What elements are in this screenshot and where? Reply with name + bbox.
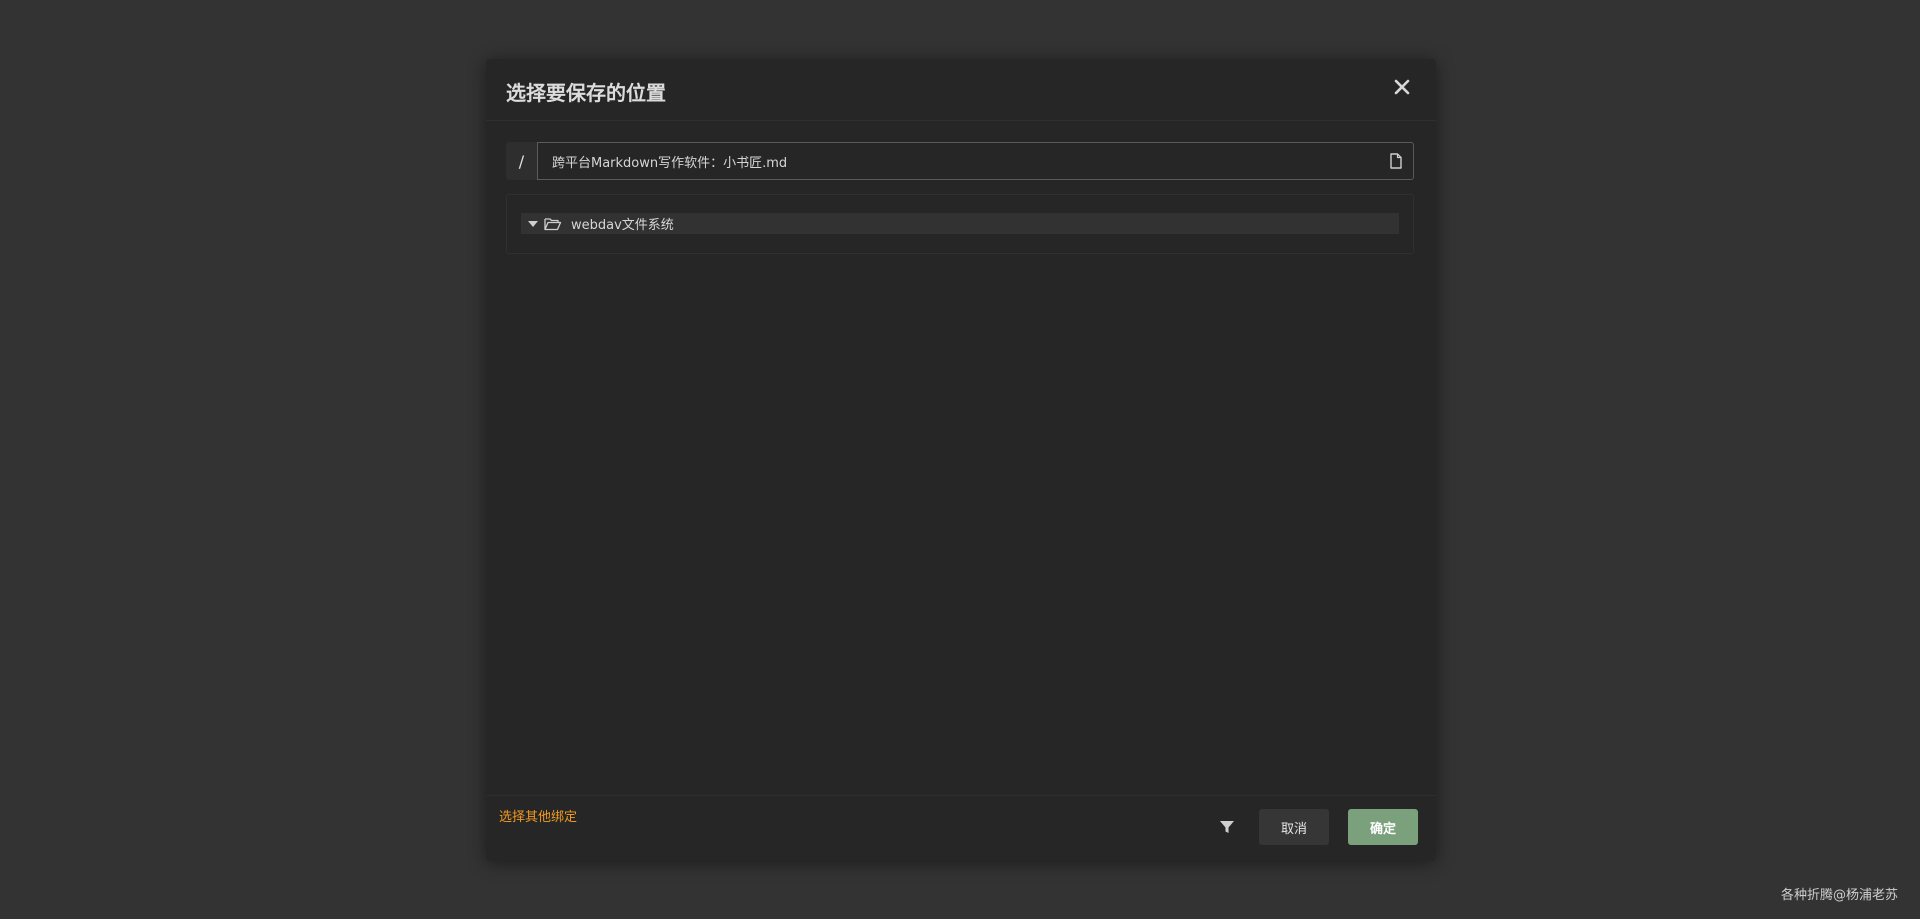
- save-location-dialog: 选择要保存的位置 / webdav文件系统: [486, 59, 1436, 861]
- close-icon: [1394, 79, 1410, 95]
- close-button[interactable]: [1390, 75, 1414, 99]
- confirm-button[interactable]: 确定: [1348, 809, 1418, 845]
- dialog-title: 选择要保存的位置: [506, 81, 666, 105]
- file-icon[interactable]: [1389, 153, 1403, 169]
- cancel-button[interactable]: 取消: [1259, 809, 1329, 845]
- path-row: /: [506, 142, 1414, 180]
- dialog-footer: 选择其他绑定 取消 确定: [486, 795, 1436, 861]
- filter-icon[interactable]: [1218, 818, 1236, 836]
- folder-open-icon: [544, 217, 562, 230]
- tree-item-webdav[interactable]: webdav文件系统: [521, 213, 1399, 234]
- watermark: 各种折腾@杨浦老苏: [1780, 888, 1898, 903]
- choose-other-binding-link[interactable]: 选择其他绑定: [499, 806, 577, 825]
- tree-item-label: webdav文件系统: [571, 218, 674, 233]
- filename-input[interactable]: [538, 143, 1377, 179]
- caret-down-icon[interactable]: [526, 220, 540, 227]
- path-prefix: /: [506, 142, 537, 180]
- path-input-wrapper: [537, 142, 1414, 180]
- folder-tree: webdav文件系统: [506, 194, 1414, 254]
- dialog-header: 选择要保存的位置: [486, 59, 1436, 121]
